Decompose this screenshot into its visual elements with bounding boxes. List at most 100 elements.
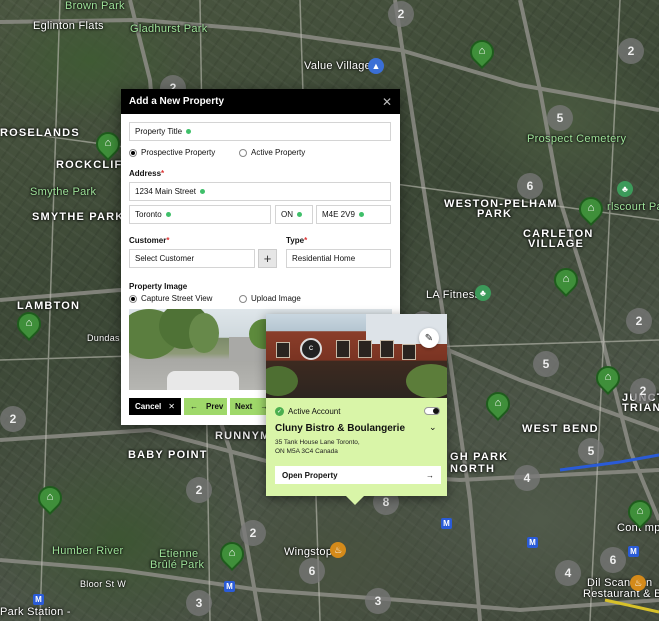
map-label-west-bend: WEST BEND <box>522 423 599 435</box>
map-pin[interactable]: ⌂ <box>33 481 67 518</box>
open-property-button[interactable]: Open Property → <box>275 466 441 484</box>
address-line-1: 35 Tank House Lane Toronto, <box>275 439 360 446</box>
map-pin[interactable]: ⌂ <box>91 127 125 164</box>
shopping-icon[interactable]: ▲ <box>368 58 384 74</box>
map-pin[interactable]: ⌂ <box>623 495 657 532</box>
map-label-etienne-brule-park: Brûlé Park <box>150 559 205 571</box>
arrow-left-icon: ← <box>190 402 198 411</box>
map-cluster[interactable]: 2 <box>186 477 212 503</box>
map-pin[interactable]: ⌂ <box>549 263 583 300</box>
property-popup-card: C ✎ ✓ Active Account Cluny Bistro & Boul… <box>266 314 447 505</box>
type-select[interactable]: Residential Home <box>286 249 391 268</box>
map-label-carleton-village: VILLAGE <box>528 238 585 250</box>
property-photo: C <box>266 314 447 398</box>
radio-prospective[interactable]: Prospective Property <box>129 148 215 157</box>
cancel-button[interactable]: Cancel ✕ <box>129 398 181 415</box>
street-input[interactable]: 1234 Main Street <box>129 182 391 201</box>
customer-select-value: Select Customer <box>135 254 195 263</box>
required-dot <box>199 189 205 194</box>
map-label-gladhurst-park: Gladhurst Park <box>130 23 208 35</box>
map-pin[interactable]: ⌂ <box>465 35 499 72</box>
prev-button[interactable]: ← Prev <box>184 398 227 415</box>
map-cluster[interactable]: 2 <box>626 308 652 334</box>
edit-icon[interactable]: ✎ <box>419 328 439 348</box>
address-label: Address* <box>129 169 164 178</box>
type-label-text: Type <box>286 236 305 245</box>
map-pin[interactable]: ⌂ <box>481 387 515 424</box>
map-pin[interactable]: ⌂ <box>591 361 625 398</box>
map-cluster[interactable]: 3 <box>365 588 391 614</box>
next-button[interactable]: Next → <box>230 398 268 415</box>
map-cluster[interactable]: 4 <box>555 560 581 586</box>
radio-capture-street-view[interactable]: Capture Street View <box>129 294 212 303</box>
map-label-prospect-cemetery: Prospect Cemetery <box>527 133 627 145</box>
city-input[interactable]: Toronto <box>129 205 271 224</box>
radio-active-button[interactable] <box>239 148 247 157</box>
subway-station-icon: M <box>33 594 44 605</box>
map-label-value-village: Value Village <box>304 60 372 72</box>
chevron-down-icon[interactable]: ⌄ <box>429 422 437 433</box>
house-icon: ⌂ <box>494 397 502 409</box>
house-icon: ⌂ <box>636 505 644 517</box>
radio-upload-image[interactable]: Upload Image <box>239 294 301 303</box>
map-pin[interactable]: ⌂ <box>215 537 249 574</box>
map-pin[interactable]: ⌂ <box>12 307 46 344</box>
radio-active[interactable]: Active Property <box>239 148 305 157</box>
park-icon[interactable]: ♣ <box>617 181 633 197</box>
required-dot <box>165 212 171 217</box>
cancel-label: Cancel <box>135 402 162 411</box>
radio-prospective-button[interactable] <box>129 148 137 157</box>
map-label-lambton: LAMBTON <box>17 300 81 312</box>
map-cluster[interactable]: 3 <box>186 590 212 616</box>
map-cluster[interactable]: 6 <box>299 558 325 584</box>
map-label-wingstop: Wingstop <box>284 546 333 558</box>
required-star: * <box>161 169 165 178</box>
radio-active-label: Active Property <box>251 148 306 157</box>
property-title-input[interactable]: Property Title <box>129 122 391 141</box>
arrow-right-icon: → <box>426 470 434 480</box>
check-circle-icon: ✓ <box>275 407 284 416</box>
customer-select[interactable]: Select Customer <box>129 249 255 268</box>
house-icon: ⌂ <box>104 137 112 149</box>
house-icon: ⌂ <box>587 202 595 214</box>
province-input[interactable]: ON <box>275 205 313 224</box>
map-label-brown-park: Brown Park <box>65 0 125 12</box>
postal-value: M4E 2V9 <box>322 210 355 219</box>
restaurant-icon[interactable]: ♨ <box>330 542 346 558</box>
radio-capture-button[interactable] <box>129 294 137 303</box>
close-icon[interactable]: ✕ <box>382 95 392 109</box>
type-label: Type* <box>286 236 307 245</box>
map-cluster[interactable]: 2 <box>618 38 644 64</box>
map-cluster[interactable]: 5 <box>533 351 559 377</box>
map-label-weston-pellam-park: PARK <box>477 208 513 220</box>
map-cluster[interactable]: 6 <box>600 547 626 573</box>
radio-upload-button[interactable] <box>239 294 247 303</box>
prev-label: Prev <box>206 402 224 411</box>
map-cluster[interactable]: 4 <box>514 465 540 491</box>
map-cluster[interactable]: 2 <box>388 1 414 27</box>
house-icon: ⌂ <box>562 273 570 285</box>
active-account-toggle[interactable] <box>424 407 440 415</box>
map-cluster[interactable]: 5 <box>578 438 604 464</box>
map-cluster[interactable]: 2 <box>630 378 656 404</box>
map-cluster[interactable]: 5 <box>547 105 573 131</box>
street-value: 1234 Main Street <box>135 187 196 196</box>
address-line-2: ON M5A 3C4 Canada <box>275 448 338 455</box>
radio-upload-label: Upload Image <box>251 294 301 303</box>
customer-label-text: Customer <box>129 236 167 245</box>
fitness-icon[interactable]: ♣ <box>475 285 491 301</box>
map-pin[interactable]: ⌂ <box>574 192 608 229</box>
restaurant-icon[interactable]: ♨ <box>630 575 646 591</box>
map-label-park-station: Park Station - <box>0 606 71 618</box>
business-name: Cluny Bistro & Boulangerie <box>275 423 406 434</box>
modal-title: Add a New Property <box>129 96 225 107</box>
add-customer-button[interactable]: + <box>258 249 277 268</box>
map-cluster[interactable]: 2 <box>0 406 26 432</box>
required-dot <box>297 212 302 217</box>
map-cluster[interactable]: 6 <box>517 173 543 199</box>
map-label-roselands: ROSELANDS <box>0 127 80 139</box>
type-select-value: Residential Home <box>292 254 356 263</box>
business-address: 35 Tank House Lane Toronto, ON M5A 3C4 C… <box>275 438 385 456</box>
postal-code-input[interactable]: M4E 2V9 <box>316 205 391 224</box>
radio-prospective-label: Prospective Property <box>141 148 216 157</box>
